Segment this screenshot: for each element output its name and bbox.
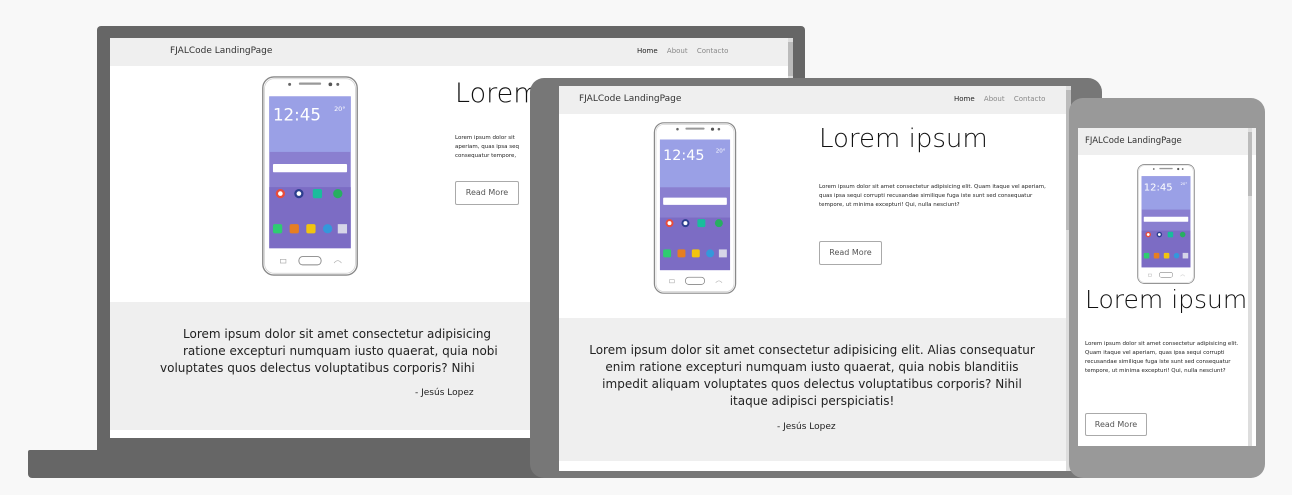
laptop-base	[28, 450, 558, 478]
hero-line-3: consequatur tempore,	[455, 153, 517, 159]
testimonial-author: - Jesús Lopez	[415, 388, 474, 398]
read-more-button[interactable]: Read More	[455, 181, 519, 205]
quote-line-3: voluptates quos delectus voluptatibus co…	[160, 361, 475, 375]
navbar: FJALCode LandingPage	[1078, 128, 1256, 155]
hero-heading: Lorem ipsum	[819, 124, 988, 154]
hero-paragraph: Lorem ipsum dolor sit amet consectetur a…	[819, 184, 1046, 208]
read-more-button[interactable]: Read More	[819, 241, 882, 265]
nav-link-about[interactable]: About	[984, 95, 1005, 103]
nav-link-about[interactable]: About	[667, 47, 688, 55]
nav-link-home[interactable]: Home	[637, 47, 658, 55]
brand-link[interactable]: FJALCode LandingPage	[170, 46, 272, 56]
phone-image	[653, 122, 737, 294]
hero-heading: Lorem	[455, 78, 540, 109]
nav-links: Home About Contacto	[947, 95, 1045, 103]
nav-link-home[interactable]: Home	[954, 95, 975, 103]
read-more-button[interactable]: Read More	[1085, 413, 1147, 436]
scrollbar[interactable]	[1248, 128, 1252, 446]
phone-image	[262, 76, 358, 276]
nav-links: Home About Contacto	[630, 47, 728, 55]
phone-screen: FJALCode LandingPage Lorem ipsum Lorem i…	[1078, 128, 1256, 446]
testimonial-section: Lorem ipsum dolor sit amet consectetur a…	[559, 318, 1071, 461]
nav-link-contact[interactable]: Contacto	[1014, 95, 1046, 103]
brand-link[interactable]: FJALCode LandingPage	[1085, 136, 1182, 146]
navbar: FJALCode LandingPage Home About Contacto	[559, 86, 1071, 114]
hero-paragraph: Lorem ipsum dolor sit amet consectetur a…	[1085, 341, 1239, 374]
nav-link-contact[interactable]: Contacto	[697, 47, 729, 55]
tablet-screen: FJALCode LandingPage Home About Contacto…	[559, 86, 1071, 471]
phone-image	[1137, 164, 1195, 284]
navbar: FJALCode LandingPage Home About Contacto	[110, 38, 793, 66]
testimonial-quote: Lorem ipsum dolor sit amet consectetur a…	[589, 343, 1035, 408]
quote-line-2: ratione excepturi numquam iusto quaerat,…	[183, 344, 498, 358]
testimonial-quote: Lorem ipsum dolor sit amet consectetur a…	[160, 326, 580, 377]
hero-line-2: aperiam, quas ipsa seq	[455, 144, 519, 150]
hero-paragraph: Lorem ipsum dolor sit aperiam, quas ipsa…	[455, 134, 519, 161]
quote-line-1: Lorem ipsum dolor sit amet consectetur a…	[183, 327, 492, 341]
hero-line-1: Lorem ipsum dolor sit	[455, 135, 515, 141]
hero-heading: Lorem ipsum	[1085, 285, 1248, 314]
testimonial-author: - Jesús Lopez	[777, 422, 836, 432]
brand-link[interactable]: FJALCode LandingPage	[579, 94, 681, 104]
